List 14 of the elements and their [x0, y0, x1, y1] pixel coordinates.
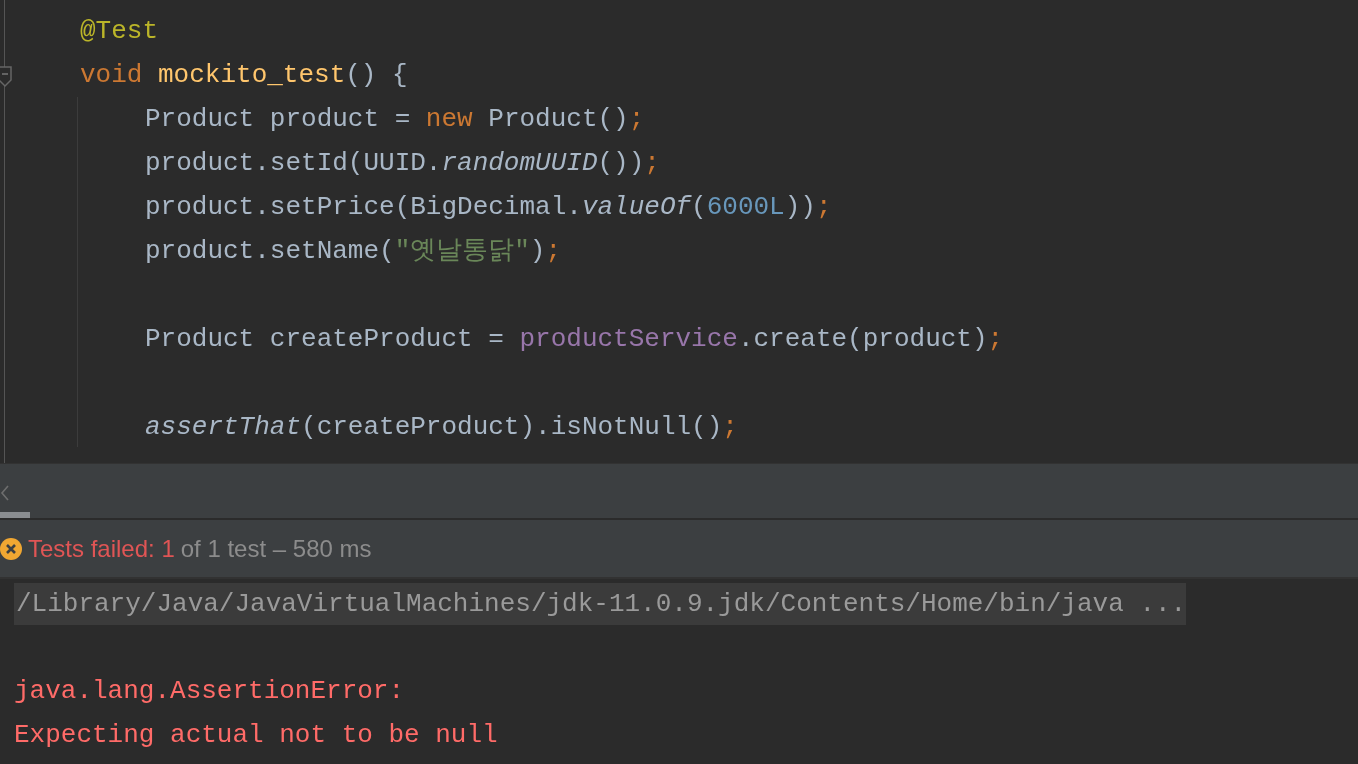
tests-failed-label: Tests failed: 1	[28, 534, 175, 563]
error-message: Expecting actual not to be null	[14, 719, 499, 752]
code-line: Product createProduct = productService.create(product);	[144, 323, 1004, 356]
code-line: @Test	[80, 15, 159, 48]
chevron-left-icon[interactable]	[0, 484, 10, 502]
code-line: Product product = new Product();	[144, 103, 646, 136]
code-line: assertThat(createProduct).isNotNull();	[144, 411, 739, 444]
error-message: java.lang.AssertionError:	[14, 675, 406, 708]
test-summary: of 1 test – 580 ms	[180, 534, 372, 563]
code-line: product.setId(UUID.randomUUID());	[144, 147, 661, 180]
code-line: product.setName("옛날통닭");	[144, 235, 563, 268]
code-line: void mockito_test() {	[80, 59, 409, 92]
code-line: product.setPrice(BigDecimal.valueOf(6000L));	[144, 191, 833, 224]
scrollbar-drawing	[0, 512, 30, 518]
